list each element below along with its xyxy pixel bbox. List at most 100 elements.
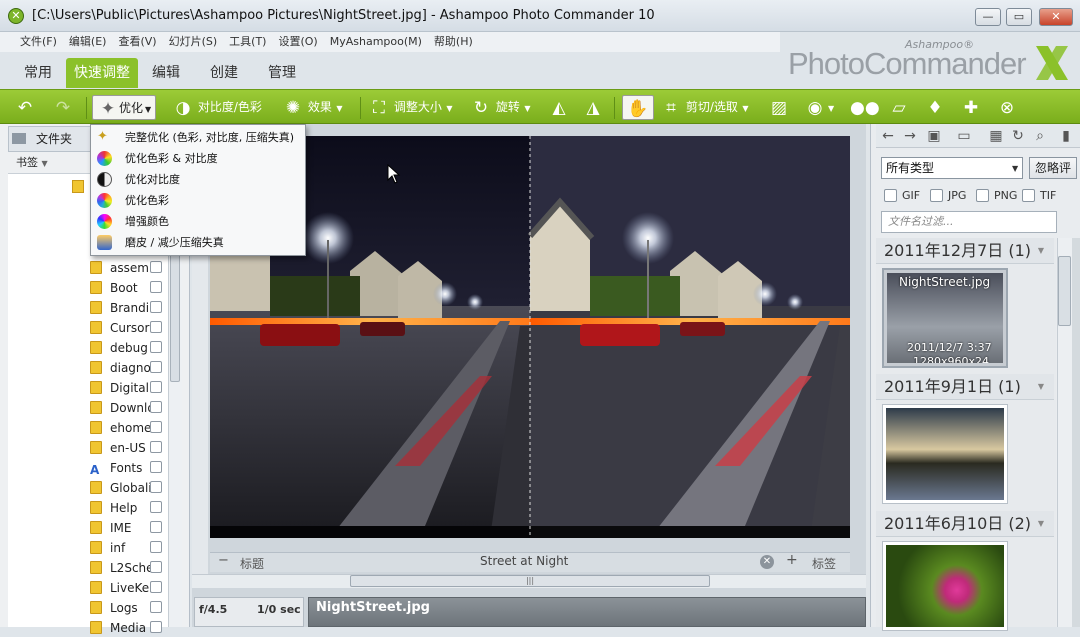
optimize-dropdown: ✦ 完整优化 (色彩, 对比度, 压缩失真) 优化色彩 & 对比度 优化对比度 优… [90,124,306,256]
tab-manage[interactable]: 管理 [260,58,304,88]
grid-view-icon[interactable]: ▦ [986,126,1006,146]
minimize-button[interactable]: — [975,8,1001,26]
fill-button[interactable]: ♦ [924,95,946,120]
dropdown-full-optimize[interactable]: ✦ 完整优化 (色彩, 对比度, 压缩失真) [91,127,305,148]
tab-common[interactable]: 常用 [16,58,60,88]
menu-help[interactable]: 帮助(H) [428,32,479,52]
ribbon-tabs: 常用 快速调整 编辑 创建 管理 [0,58,780,90]
tab-edit[interactable]: 编辑 [144,58,188,88]
thumbnail[interactable] [882,404,1008,504]
bandage-button[interactable]: ✚ [960,95,982,120]
folder-checkbox[interactable] [150,421,162,433]
tab-quick-adjust[interactable]: 快速调整 [66,58,138,88]
panel-icon[interactable]: ▭ [954,126,974,146]
folder-label: Globali [110,481,152,495]
tif-checkbox[interactable] [1022,189,1035,202]
search-icon[interactable]: ⌕ [1030,126,1050,146]
forward-icon[interactable]: → [900,126,920,146]
menu-file[interactable]: 文件(F) [14,32,63,52]
dropdown-color[interactable]: 优化色彩 [91,190,305,211]
folder-checkbox[interactable] [150,621,162,633]
folder-checkbox[interactable] [150,341,162,353]
horizontal-scroll-thumb[interactable]: ||| [350,575,710,587]
jpg-checkbox[interactable] [930,189,943,202]
folder-checkbox[interactable] [150,481,162,493]
trash-icon[interactable]: ▮ [1056,126,1076,146]
group-date: 2011年9月1日 (1) [884,377,1021,396]
flip-vertical-button[interactable]: ◮ [582,95,604,120]
ignore-rating-button[interactable]: 忽略评 [1029,157,1077,179]
folder-checkbox[interactable] [150,561,162,573]
filename-filter-input[interactable]: 文件名过滤... [881,211,1057,233]
tab-folders[interactable]: 文件夹 [12,128,82,150]
clear-caption-icon[interactable]: ✕ [760,555,774,569]
menu-view[interactable]: 查看(V) [112,32,162,52]
flip-horizontal-button[interactable]: ◭ [548,95,570,120]
folder-checkbox[interactable] [150,461,162,473]
resize-button[interactable]: ⛶ 调整大小 ▼ [368,95,453,120]
dropdown-enhance-color[interactable]: 增强颜色 [91,211,305,232]
thumbnail[interactable] [882,541,1008,631]
close-button[interactable]: ✕ [1039,8,1073,26]
lifebuoy-button[interactable]: ⊗ [996,95,1018,120]
folder-checkbox[interactable] [150,541,162,553]
paint-bucket-icon: ♦ [927,97,943,118]
straighten-button[interactable]: ▨ [768,95,790,120]
right-scroll-thumb[interactable] [1058,256,1071,326]
folder-checkbox[interactable] [150,381,162,393]
group-header[interactable]: 2011年6月10日 (2) ▼ [876,511,1054,537]
effects-button[interactable]: ✺ 效果 ▼ [282,95,343,120]
folder-checkbox[interactable] [150,281,162,293]
folder-checkbox[interactable] [150,321,162,333]
dropdown-color-contrast[interactable]: 优化色彩 & 对比度 [91,148,305,169]
remove-title-button[interactable]: − [218,553,229,568]
contrast-color-button[interactable]: ◑ 对比度/色彩 [172,95,262,120]
folder-icon [12,133,26,144]
menu-tools[interactable]: 工具(T) [223,32,272,52]
optimize-button[interactable]: ✦ 优化 ▼ [92,95,157,120]
tab-create[interactable]: 创建 [202,58,246,88]
group-header[interactable]: 2011年9月1日 (1) ▼ [876,374,1054,400]
hand-tool-button[interactable]: ✋ [622,95,654,120]
folder-checkbox[interactable] [150,501,162,513]
eraser-icon: ▱ [892,97,906,118]
dropdown-smooth[interactable]: 磨皮 / 减少压缩失真 [91,232,305,253]
folder-checkbox[interactable] [150,361,162,373]
menu-settings[interactable]: 设置(O) [272,32,323,52]
folder-checkbox[interactable] [150,261,162,273]
menu-myashampoo[interactable]: MyAshampoo(M) [324,32,428,52]
file-type-select[interactable]: 所有类型 [881,157,1023,179]
red-eye-button[interactable]: ◉ ▼ [804,95,835,120]
rotate-button[interactable]: ↻ 旋转 ▼ [470,95,531,120]
menu-edit[interactable]: 编辑(E) [63,32,113,52]
redo-button[interactable]: ↷ [52,95,74,120]
thumbnail-selected[interactable]: NightStreet.jpg 2011/12/7 3:37 1280x960x… [882,268,1008,368]
image-viewer[interactable] [210,136,850,538]
quick-adjust-toolbar: ↶ ↷ ✦ 优化 ▼ ◑ 对比度/色彩 ✺ 效果 ▼ ⛶ 调整大小 ▼ ↻ 旋转 ▼… [0,89,1080,124]
folder-checkbox[interactable] [150,521,162,533]
image-caption[interactable]: Street at Night [480,554,568,568]
dropdown-contrast[interactable]: 优化对比度 [91,169,305,190]
folder-checkbox[interactable] [150,301,162,313]
group-header[interactable]: 2011年12月7日 (1) ▼ [876,238,1054,264]
folder-checkbox[interactable] [150,441,162,453]
add-tag-button[interactable]: + [786,552,798,568]
folder-checkbox[interactable] [150,581,162,593]
undo-button[interactable]: ↶ [14,95,36,120]
eraser-button[interactable]: ▱ [888,95,910,120]
folder-checkbox[interactable] [150,601,162,613]
png-checkbox[interactable] [976,189,989,202]
folder-up-icon[interactable]: ▣ [924,126,944,146]
refresh-icon[interactable]: ↻ [1008,126,1028,146]
menu-slideshow[interactable]: 幻灯片(S) [163,32,224,52]
folder-icon [90,381,102,394]
folder-icon [90,601,102,614]
back-icon[interactable]: ← [878,126,898,146]
spots-button[interactable]: ●● [850,95,880,120]
smooth-skin-icon [97,235,112,250]
maximize-button[interactable]: ▭ [1006,8,1032,26]
enhance-color-icon [97,214,112,229]
crop-button[interactable]: ⌗ 剪切/选取 ▼ [660,95,748,120]
folder-checkbox[interactable] [150,401,162,413]
gif-checkbox[interactable] [884,189,897,202]
